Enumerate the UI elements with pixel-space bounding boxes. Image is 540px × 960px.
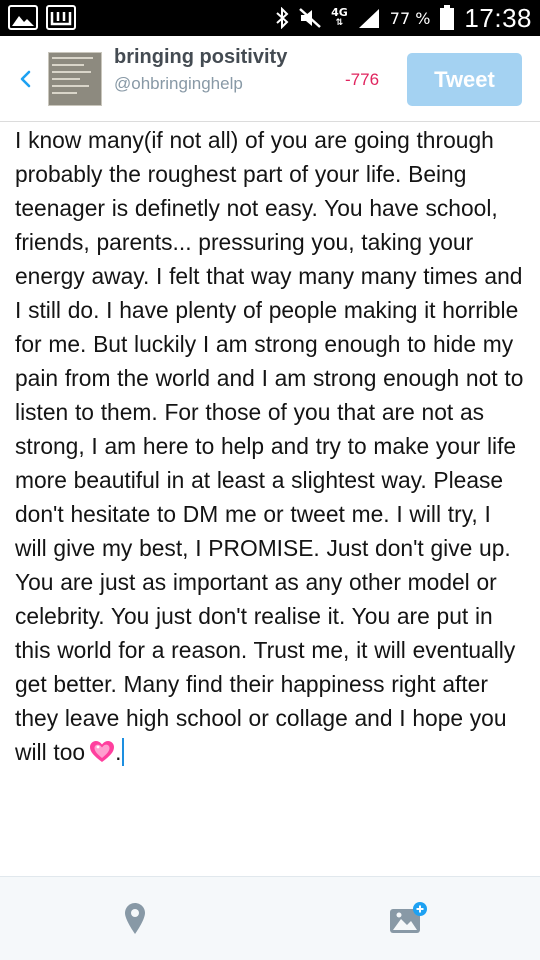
chevron-left-icon [20,70,31,88]
text-cursor [122,738,125,766]
compose-toolbar [0,876,540,960]
add-photo-button[interactable] [388,901,428,935]
compose-header: bringing positivity @ohbringinghelp -776… [0,36,540,122]
tweet-text: I know many(if not all) of you are going… [15,127,524,765]
trailing-period: . [115,739,122,765]
signal-icon [358,9,379,28]
add-photo-icon [390,902,427,933]
whatsapp-icon [46,5,76,30]
sparkling-heart-icon [89,739,115,773]
back-button[interactable] [14,66,36,92]
tweet-button[interactable]: Tweet [407,53,522,106]
battery-percent: 77 % [389,8,431,28]
network-type: 4G ⇅ [331,6,348,28]
clock: 17:38 [464,2,532,33]
gallery-icon [8,5,38,30]
compose-text-area[interactable]: I know many(if not all) of you are going… [15,123,527,773]
location-button[interactable] [122,901,148,935]
battery-icon [440,5,455,30]
location-pin-icon [125,903,145,934]
account-handle: @ohbringinghelp [114,74,243,93]
mute-icon [299,8,321,28]
character-counter: -776 [345,70,380,89]
avatar[interactable] [48,52,102,106]
bluetooth-icon [276,7,289,29]
status-bar: 4G ⇅ 77 % 17:38 [0,0,540,36]
account-name: bringing positivity [114,46,288,68]
